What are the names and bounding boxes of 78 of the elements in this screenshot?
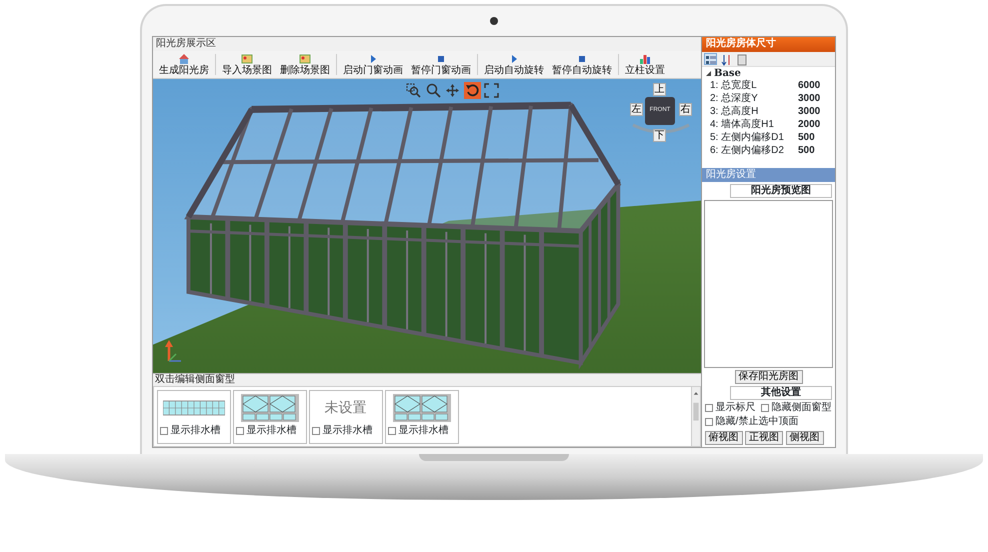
window-thumbnail[interactable]: 未设置 显示排水槽 bbox=[308, 390, 382, 444]
checkbox[interactable] bbox=[388, 426, 396, 434]
picture-icon bbox=[241, 53, 253, 65]
property-name: 5: 左侧内偏移D1 bbox=[709, 132, 785, 144]
toolbar-button[interactable]: 立柱设置 bbox=[621, 52, 669, 77]
house-icon bbox=[178, 53, 190, 65]
save-button[interactable]: 保存阳光房图 bbox=[734, 370, 802, 384]
view-button[interactable]: 俯视图 bbox=[704, 430, 742, 444]
panel-title: 阳光房设置 bbox=[702, 168, 835, 182]
casement-window-drawing bbox=[238, 392, 300, 422]
zoom-window-button[interactable] bbox=[405, 82, 422, 99]
checkbox-label: 隐藏侧面窗型 bbox=[772, 402, 832, 414]
panel-title: 阳光房房体尺寸 bbox=[702, 37, 835, 52]
toolbar-button[interactable]: 启动自动旋转 bbox=[480, 52, 548, 77]
toolbar-button[interactable]: 暂停自动旋转 bbox=[548, 52, 616, 77]
checkbox-label: 显示排水槽 bbox=[246, 424, 296, 436]
checkbox[interactable] bbox=[236, 426, 244, 434]
property-value: 3000 bbox=[798, 106, 820, 119]
bar-chart-icon bbox=[639, 53, 651, 65]
picture-icon bbox=[299, 53, 311, 65]
checkbox[interactable] bbox=[312, 426, 320, 434]
checkbox-label: 隐藏/禁止选中顶面 bbox=[716, 416, 798, 428]
screen-title: 阳光房展示区 bbox=[155, 37, 217, 51]
view-cube-bottom-button[interactable]: 下 bbox=[653, 129, 666, 142]
property-value: 3000 bbox=[798, 93, 820, 106]
toolbar-button[interactable]: 导入场景图 bbox=[218, 52, 276, 77]
checkbox-label: 显示排水槽 bbox=[170, 424, 220, 436]
property-name: 4: 墙体高度H1 bbox=[709, 119, 775, 132]
rotate-icon bbox=[464, 83, 480, 98]
panel-title: 双击编辑侧面窗型 bbox=[154, 374, 236, 386]
property-name: 2: 总深度Y bbox=[709, 93, 759, 106]
casement-window-drawing bbox=[390, 392, 452, 422]
sort-icon bbox=[720, 54, 732, 66]
group-label: Base bbox=[714, 68, 741, 80]
view-button[interactable]: 正视图 bbox=[745, 430, 783, 444]
property-view-button[interactable] bbox=[735, 53, 748, 65]
pan-button[interactable] bbox=[444, 82, 462, 99]
stop-icon bbox=[435, 53, 447, 65]
property-value: 500 bbox=[798, 145, 815, 158]
property-value: 6000 bbox=[798, 80, 820, 93]
checkbox[interactable] bbox=[704, 404, 712, 412]
toolbar-button[interactable]: 生成阳光房 bbox=[155, 52, 213, 77]
property-name: 3: 总高度H bbox=[709, 106, 760, 118]
view-cube-left-button[interactable]: 左 bbox=[630, 103, 643, 116]
checkbox[interactable] bbox=[760, 404, 768, 412]
view-cube-right-button[interactable]: 右 bbox=[679, 103, 692, 116]
stop-icon bbox=[576, 53, 588, 65]
fit-view-button[interactable] bbox=[483, 82, 500, 99]
property-name: 6: 左侧内偏移D2 bbox=[709, 145, 785, 158]
unset-text: 未设置 bbox=[324, 399, 366, 416]
window-thumbnail[interactable]: 显示排水槽 bbox=[232, 390, 306, 444]
window-thumbnail[interactable]: 显示排水槽 bbox=[156, 390, 230, 444]
toolbar-button[interactable]: 删除场景图 bbox=[276, 52, 334, 77]
checkbox[interactable] bbox=[160, 426, 168, 434]
property-value: 2000 bbox=[798, 119, 820, 132]
move-arrows-icon bbox=[445, 83, 460, 98]
toolbar-button[interactable]: 暂停门窗动画 bbox=[407, 52, 475, 77]
categorized-icon bbox=[705, 54, 717, 66]
property-view-button[interactable] bbox=[720, 53, 732, 65]
rotate-button[interactable] bbox=[464, 82, 481, 99]
property-name: 1: 总宽度L bbox=[709, 80, 758, 92]
fit-view-icon bbox=[484, 83, 500, 98]
section-label: 阳光房预览图 bbox=[730, 184, 832, 198]
zoom-icon bbox=[426, 83, 441, 98]
checkbox-label: 显示标尺 bbox=[716, 402, 756, 414]
toolbar-button[interactable]: 启动门窗动画 bbox=[339, 52, 407, 77]
checkbox-label: 显示排水槽 bbox=[398, 424, 448, 436]
camera bbox=[490, 17, 498, 25]
view-cube-top-button[interactable]: 上 bbox=[653, 83, 666, 96]
checkbox[interactable] bbox=[704, 418, 712, 426]
checkbox-label: 显示排水槽 bbox=[322, 424, 372, 436]
property-view-button[interactable] bbox=[704, 53, 717, 65]
window-thumbnail[interactable]: 显示排水槽 bbox=[384, 390, 458, 444]
property-value: 500 bbox=[798, 132, 815, 145]
view-button[interactable]: 侧视图 bbox=[786, 430, 824, 444]
zoom-button[interactable] bbox=[424, 82, 442, 99]
section-label: 其他设置 bbox=[730, 386, 832, 400]
zoom-window-icon bbox=[406, 83, 422, 98]
